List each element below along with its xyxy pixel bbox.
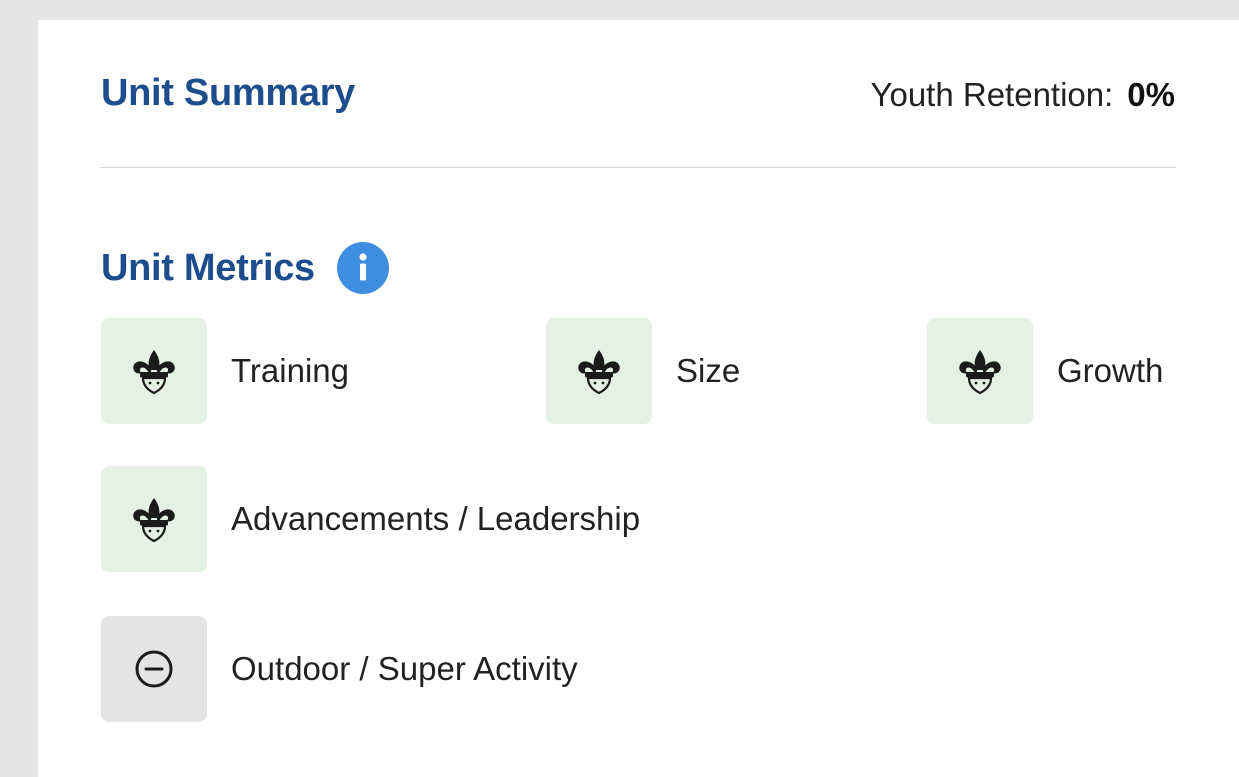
metric-size: Size: [546, 318, 740, 424]
metric-status-tile: [101, 318, 207, 424]
fleur-de-lis-icon: [133, 350, 175, 395]
fleur-de-lis-icon: [959, 350, 1001, 395]
metric-label-growth: Growth: [1057, 352, 1164, 389]
metric-training: Training: [101, 318, 349, 424]
metric-label-outdoor-super-activity: Outdoor / Super Activity: [231, 650, 578, 687]
metric-label-size: Size: [676, 352, 741, 389]
unit-summary-title: Unit Summary: [101, 72, 356, 114]
metric-label-training: Training: [231, 352, 349, 389]
youth-retention-label: Youth Retention:: [870, 76, 1114, 113]
divider: [100, 167, 1176, 168]
unit-metrics-heading: Unit Metrics: [101, 242, 389, 294]
metric-status-tile: [546, 318, 652, 424]
minus-circle-icon: [135, 650, 173, 688]
fleur-de-lis-icon: [578, 350, 620, 395]
metric-outdoor-super-activity: Outdoor / Super Activity: [101, 616, 578, 722]
unit-summary-card: Unit Summary Youth Retention: 0% Unit Met…: [38, 20, 1239, 777]
metric-advancements-leadership: Advancements / Leadership: [101, 466, 640, 572]
metric-growth: Growth: [927, 318, 1163, 424]
metric-label-advancements-leadership: Advancements / Leadership: [231, 500, 641, 537]
metric-status-tile: [101, 466, 207, 572]
youth-retention: Youth Retention: 0%: [870, 76, 1175, 114]
fleur-de-lis-icon: [133, 498, 175, 543]
info-icon[interactable]: [336, 242, 389, 294]
youth-retention-value: 0%: [1127, 76, 1175, 113]
metric-status-tile: [927, 318, 1033, 424]
unit-metrics-title: Unit Metrics: [101, 246, 315, 289]
metric-status-tile: [101, 616, 207, 722]
